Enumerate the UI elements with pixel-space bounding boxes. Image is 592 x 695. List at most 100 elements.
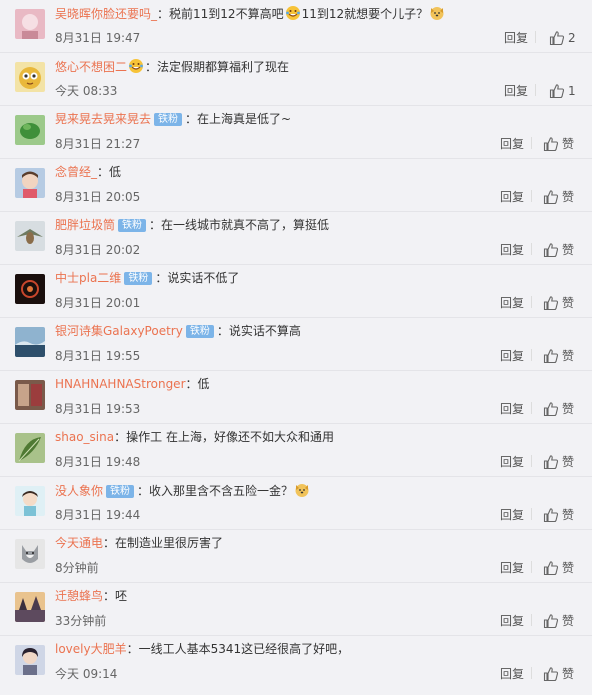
comment-time: 8分钟前 <box>55 561 99 575</box>
comment-text: 低 <box>109 165 122 179</box>
like-label: 赞 <box>562 296 575 310</box>
comment-username[interactable]: lovely大肥羊 <box>55 642 127 656</box>
like-button[interactable]: 赞 <box>543 453 592 471</box>
colon: ： <box>216 324 229 338</box>
divider <box>535 84 536 96</box>
avatar[interactable] <box>15 486 45 516</box>
avatar[interactable] <box>15 645 45 675</box>
like-button[interactable]: 赞 <box>543 400 592 418</box>
comment-time: 8月31日 19:53 <box>55 402 141 416</box>
comment-username[interactable]: 银河诗集GalaxyPoetry <box>55 324 183 338</box>
comment-time: 8月31日 19:48 <box>55 455 141 469</box>
dog-face-emoji-icon <box>295 484 309 497</box>
avatar[interactable] <box>15 327 45 357</box>
like-button[interactable]: 赞 <box>543 241 592 259</box>
fan-badge: 铁粉 <box>185 325 214 338</box>
reply-button[interactable]: 回复 <box>500 401 524 417</box>
laugh-cry-emoji-icon <box>285 6 300 20</box>
comment-username[interactable]: 吴晓晖你脸还要吗_ <box>55 7 157 21</box>
reply-button[interactable]: 回复 <box>500 666 524 682</box>
comment-time: 今天 09:14 <box>55 667 118 681</box>
comment-username[interactable]: 迁憩蜂鸟 <box>55 589 103 603</box>
like-button[interactable]: 1 <box>549 82 592 100</box>
comment-username[interactable]: 肥胖垃圾筒 <box>55 218 115 232</box>
reply-button[interactable]: 回复 <box>500 560 524 576</box>
comment-item: 悠心不想困二 ：法定假期都算福利了现在 今天 08:33 回复 1 <box>0 53 592 106</box>
colon: ： <box>155 271 168 285</box>
comment-item: HNAHNAHNAStronger：低 8月31日 19:53 回复 赞 <box>0 371 592 424</box>
like-button[interactable]: 赞 <box>543 135 592 153</box>
like-button[interactable]: 赞 <box>543 506 592 524</box>
comment-username[interactable]: 念曾经_ <box>55 165 97 179</box>
avatar[interactable] <box>15 592 45 622</box>
reply-button[interactable]: 回复 <box>504 30 528 46</box>
divider <box>531 296 532 308</box>
thumbs-up-icon <box>543 349 559 364</box>
comment-username[interactable]: shao_sina <box>55 430 114 444</box>
comment-text: 收入那里含不含五险一金？ <box>149 484 294 498</box>
colon: ： <box>185 377 198 391</box>
reply-button[interactable]: 回复 <box>500 136 524 152</box>
avatar[interactable] <box>15 539 45 569</box>
reply-button[interactable]: 回复 <box>500 454 524 470</box>
avatar[interactable] <box>15 380 45 410</box>
like-button[interactable]: 赞 <box>543 347 592 365</box>
comment-item: 今天通电：在制造业里很厉害了 8分钟前 回复 赞 <box>0 530 592 583</box>
like-button[interactable]: 赞 <box>543 294 592 312</box>
like-button[interactable]: 赞 <box>543 612 592 630</box>
avatar[interactable] <box>15 62 45 92</box>
comment-item: 吴晓晖你脸还要吗_：税前11到12不算高吧 11到12就想要个儿子？ 8月31日 … <box>0 0 592 53</box>
avatar[interactable] <box>15 168 45 198</box>
comment-username[interactable]: 今天通电 <box>55 536 103 550</box>
comment-time: 8月31日 19:47 <box>55 31 141 45</box>
like-label: 赞 <box>562 137 575 151</box>
comment-text: 一线工人基本5341这已经很高了好吧， <box>138 642 350 656</box>
colon: ： <box>114 430 127 444</box>
avatar[interactable] <box>15 433 45 463</box>
comment-username[interactable]: 没人象你 <box>55 484 103 498</box>
avatar[interactable] <box>15 115 45 145</box>
divider <box>531 402 532 414</box>
comment-text: 说实话不低了 <box>167 271 240 285</box>
like-label: 赞 <box>562 614 575 628</box>
comment-username[interactable]: 中士pla二维 <box>55 271 121 285</box>
reply-button[interactable]: 回复 <box>504 83 528 99</box>
reply-button[interactable]: 回复 <box>500 295 524 311</box>
comment-username[interactable]: 晃来晃去晃来晃去 <box>55 112 151 126</box>
comment-item: shao_sina：操作工 在上海，好像还不如大众和通用 8月31日 19:48… <box>0 424 592 477</box>
like-button[interactable]: 赞 <box>543 559 592 577</box>
comment-item: 迁憩蜂鸟：呸 33分钟前 回复 赞 <box>0 583 592 636</box>
comment-username[interactable]: HNAHNAHNAStronger <box>55 377 186 391</box>
like-button[interactable]: 赞 <box>543 665 592 683</box>
reply-button[interactable]: 回复 <box>500 507 524 523</box>
comment-time: 8月31日 19:55 <box>55 349 141 363</box>
divider <box>531 455 532 467</box>
comment-username[interactable]: 悠心不想困二 <box>55 60 127 74</box>
colon: ： <box>97 165 110 179</box>
laugh-cry-emoji-icon <box>129 59 144 73</box>
colon: ： <box>185 112 198 126</box>
avatar[interactable] <box>15 9 45 39</box>
divider <box>531 561 532 573</box>
like-label: 赞 <box>562 402 575 416</box>
comment-text: 在上海真是低了~ <box>197 112 292 126</box>
divider <box>531 508 532 520</box>
comment-time: 8月31日 19:44 <box>55 508 141 522</box>
avatar[interactable] <box>15 274 45 304</box>
thumbs-up-icon <box>543 190 559 205</box>
reply-button[interactable]: 回复 <box>500 189 524 205</box>
avatar[interactable] <box>15 221 45 251</box>
like-button[interactable]: 赞 <box>543 188 592 206</box>
like-button[interactable]: 2 <box>549 29 592 47</box>
divider <box>535 31 536 43</box>
thumbs-up-icon <box>543 667 559 682</box>
reply-button[interactable]: 回复 <box>500 242 524 258</box>
comment-text: 低 <box>197 377 210 391</box>
comment-text: 在一线城市就真不高了，算挺低 <box>161 218 330 232</box>
reply-button[interactable]: 回复 <box>500 613 524 629</box>
comment-text: 说实话不算高 <box>228 324 301 338</box>
reply-button[interactable]: 回复 <box>500 348 524 364</box>
fan-badge: 铁粉 <box>124 272 153 285</box>
fan-badge: 铁粉 <box>106 485 135 498</box>
comment-time: 8月31日 20:02 <box>55 243 141 257</box>
